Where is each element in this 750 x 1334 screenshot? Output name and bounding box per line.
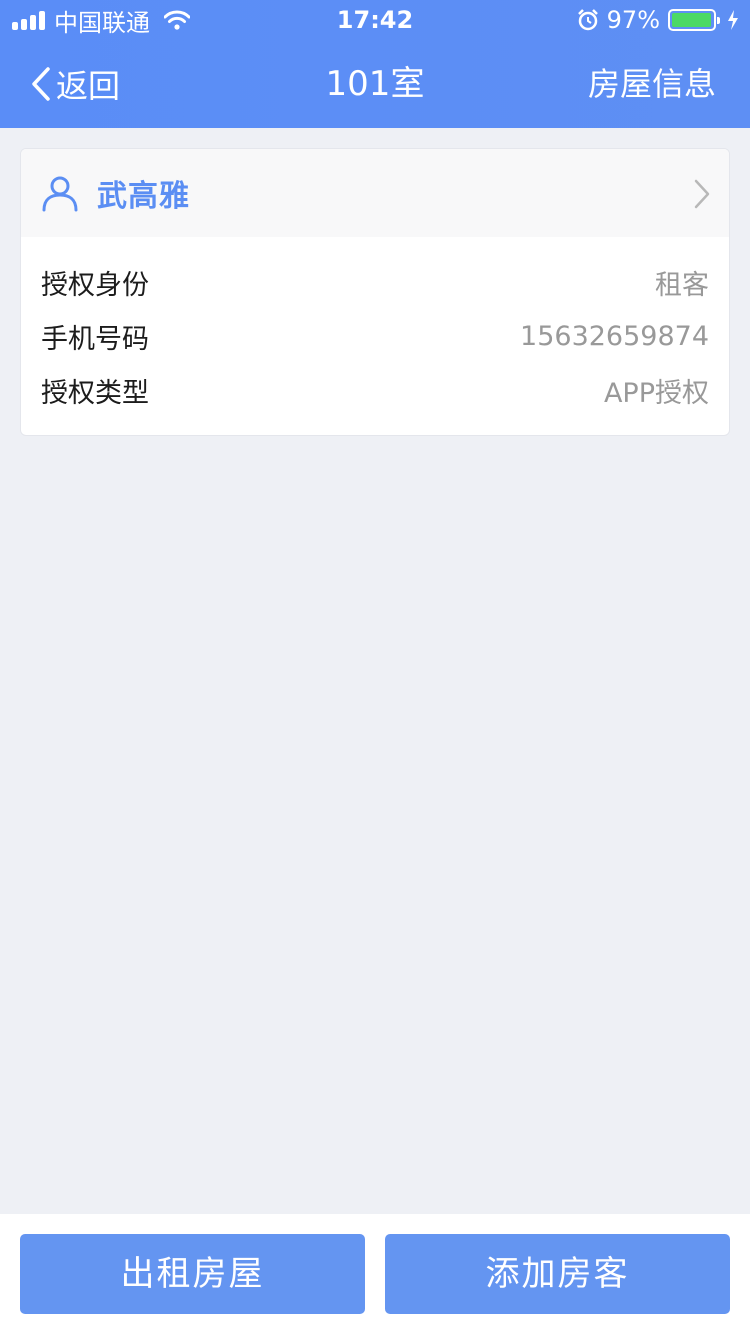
status-right: 97% [577, 6, 740, 34]
charging-icon [728, 10, 738, 30]
add-tenant-button[interactable]: 添加房客 [385, 1234, 730, 1314]
bottom-action-bar: 出租房屋 添加房客 [0, 1214, 750, 1334]
detail-row-identity: 授权身份 租客 [21, 255, 729, 309]
tenant-header[interactable]: 武高雅 [21, 149, 729, 237]
detail-row-phone: 手机号码 15632659874 [21, 309, 729, 363]
user-icon [42, 176, 78, 212]
nav-bar: 返回 101室 房屋信息 [0, 40, 750, 128]
chevron-right-icon [694, 179, 710, 209]
tenant-card: 武高雅 授权身份 租客 手机号码 15632659874 授权类型 APP授权 [20, 148, 730, 436]
detail-value: 租客 [655, 269, 709, 301]
house-info-link[interactable]: 房屋信息 [588, 40, 716, 128]
detail-value: 15632659874 [520, 320, 709, 352]
status-bar: 中国联通 17:42 97% [0, 0, 750, 40]
rent-out-button[interactable]: 出租房屋 [20, 1234, 365, 1314]
tenant-name: 武高雅 [97, 179, 190, 214]
tenant-details: 授权身份 租客 手机号码 15632659874 授权类型 APP授权 [21, 237, 729, 417]
detail-label: 手机号码 [41, 323, 149, 355]
detail-label: 授权身份 [41, 269, 149, 301]
alarm-icon [577, 9, 598, 31]
app-header: 中国联通 17:42 97% 返回 101室 房屋信息 [0, 0, 750, 128]
battery-percent: 97% [606, 6, 660, 34]
battery-icon [668, 9, 720, 31]
detail-row-auth-type: 授权类型 APP授权 [21, 363, 729, 417]
detail-value: APP授权 [603, 377, 709, 409]
detail-label: 授权类型 [41, 377, 149, 409]
